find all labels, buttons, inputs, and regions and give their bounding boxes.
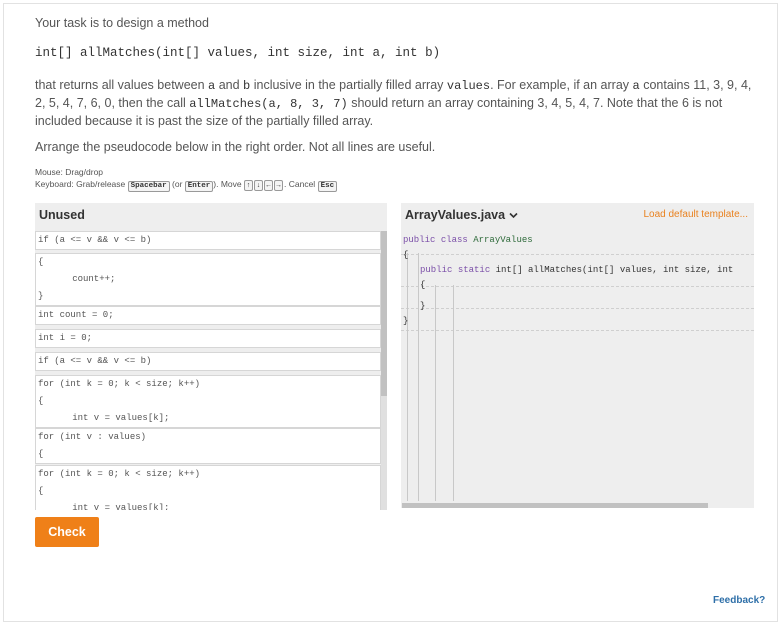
code-block[interactable]: for (int v : values) { [35,428,381,464]
method-declaration: public static int[] allMatches(int[] val… [420,265,734,275]
code-block[interactable]: for (int k = 0; k < size; k++) { int v =… [35,465,381,510]
editor-panel: ArrayValues.java Load default template..… [401,203,754,508]
code-line: int v = values[k]; [56,503,170,510]
code-line: { [38,257,44,267]
code-line: int count = 0; [38,310,114,320]
enter-key: Enter [184,181,214,192]
indent-guide [435,285,436,501]
code-line: for (int k = 0; k < size; k++) [38,379,201,389]
unused-scrollbar-thumb[interactable] [381,231,387,396]
editor-horizontal-scrollbar[interactable] [402,503,708,508]
method-open-brace: { [420,280,426,290]
class-open-brace: { [403,250,409,260]
arrange-instructions: Arrange the pseudocode below in the righ… [35,140,436,154]
code-line: int i = 0; [38,333,93,343]
code-block[interactable]: int i = 0; [35,329,381,348]
method-close-brace: } [420,301,426,311]
code-block[interactable]: int count = 0; [35,306,381,325]
code-line: if (a <= v && v <= b) [38,356,152,366]
keyboard-help: Mouse: Drag/drop Keyboard: Grab/release … [35,166,338,192]
code-line: if (a <= v && v <= b) [38,235,152,245]
arrow-right-icon: → [274,180,284,191]
code-block[interactable]: if (a <= v && v <= b) [35,352,381,371]
code-line: { [38,449,44,459]
file-selector[interactable]: ArrayValues.java [405,208,518,222]
indent-guide [407,253,408,501]
code-line: } [38,291,44,301]
chevron-down-icon [508,213,518,219]
indent-guide [418,253,419,501]
code-line: int v = values[k]; [56,413,170,423]
code-line: count++; [56,274,116,284]
spacebar-key: Spacebar [127,181,170,192]
feedback-link[interactable]: Feedback? [713,595,765,606]
unused-panel-title: Unused [39,208,85,222]
line-divider [401,254,754,255]
unused-panel: Unused if (a <= v && v <= b) { count++; … [35,203,387,510]
arrow-up-icon: ↑ [244,180,254,191]
method-signature: int[] allMatches(int[] values, int size,… [35,46,441,60]
mouse-help: Mouse: Drag/drop [35,167,104,177]
task-description: that returns all values between a and b … [35,78,752,128]
load-default-template-link[interactable]: Load default template... [643,209,748,220]
keyboard-help-line: Keyboard: Grab/release Spacebar (or Ente… [35,178,338,192]
filename-label: ArrayValues.java [405,208,506,222]
code-line: { [38,486,44,496]
arrow-left-icon: ← [264,180,274,191]
code-line: { [38,396,44,406]
code-line: for (int v : values) [38,432,147,442]
indent-guide [453,285,454,501]
code-block[interactable]: if (a <= v && v <= b) [35,231,381,250]
code-block[interactable]: for (int k = 0; k < size; k++) { int v =… [35,375,381,428]
intro-text: Your task is to design a method [35,16,209,30]
arrow-down-icon: ↓ [254,180,264,191]
class-declaration: public class ArrayValues [403,235,533,245]
check-button[interactable]: Check [35,517,99,547]
esc-key: Esc [317,181,338,192]
class-close-brace: } [403,316,409,326]
code-line: for (int k = 0; k < size; k++) [38,469,201,479]
unused-scrollbar[interactable] [381,231,387,510]
code-block[interactable]: { count++; } [35,253,381,306]
code-drop-area[interactable]: public class ArrayValues { public static… [401,231,754,501]
